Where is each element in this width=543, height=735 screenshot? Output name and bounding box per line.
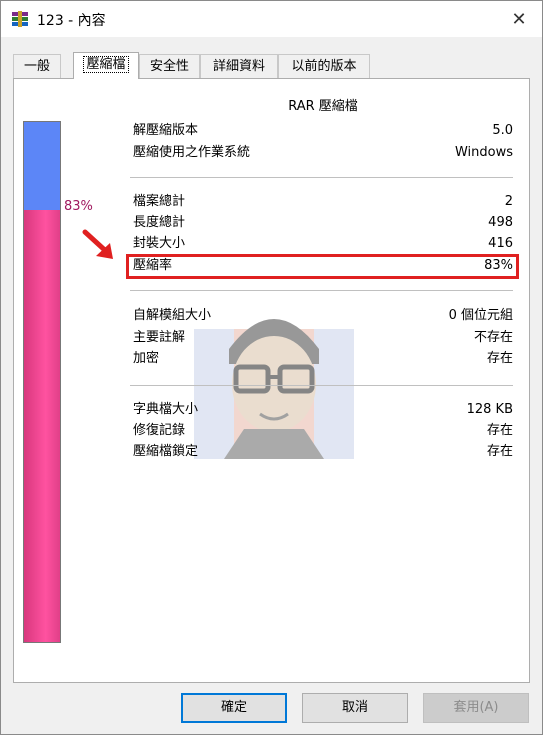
row-value: 498 xyxy=(488,215,513,230)
tab-archive[interactable]: 壓縮檔 xyxy=(73,52,139,79)
title-bar[interactable]: 123 - 內容 ✕ xyxy=(1,1,542,37)
tab-security[interactable]: 安全性 xyxy=(139,54,200,78)
compression-bar-used-portion xyxy=(24,210,60,642)
info-row-total-size: 長度總計 498 xyxy=(133,213,513,233)
compression-ratio-bar-label: 83% xyxy=(64,199,93,214)
info-row-total-files: 檔案總計 2 xyxy=(133,192,513,212)
info-row-locked: 壓縮檔鎖定 存在 xyxy=(133,442,513,462)
row-value: Windows xyxy=(454,145,513,160)
tab-general[interactable]: 一般 xyxy=(13,54,61,78)
row-value: 不存在 xyxy=(473,330,513,345)
row-value: 存在 xyxy=(486,444,513,459)
row-label: 壓縮使用之作業系統 xyxy=(133,145,251,160)
archive-panel: 83% RAR 壓縮檔 解壓縮版本 5.0 壓縮使用之作業系統 Windows … xyxy=(13,78,530,683)
row-label: 壓縮檔鎖定 xyxy=(133,444,199,459)
apply-button[interactable]: 套用(A) xyxy=(423,693,529,723)
properties-window: 123 - 內容 ✕ 一般 壓縮檔 安全性 詳細資料 以前的版本 83% RAR… xyxy=(0,0,543,735)
tab-label: 壓縮檔 xyxy=(83,56,129,73)
tab-previous-versions[interactable]: 以前的版本 xyxy=(278,54,370,78)
row-value: 128 KB xyxy=(466,402,513,417)
row-value: 5.0 xyxy=(492,123,513,138)
row-value: 0 個位元組 xyxy=(448,308,513,323)
row-label: 主要註解 xyxy=(133,330,186,345)
row-label: 修復記錄 xyxy=(133,423,186,438)
info-row-unpack-version: 解壓縮版本 5.0 xyxy=(133,121,513,141)
row-label: 字典檔大小 xyxy=(133,402,199,417)
row-value: 416 xyxy=(488,236,513,251)
info-row-recovery-record: 修復記錄 存在 xyxy=(133,421,513,441)
info-row-packed-size: 封裝大小 416 xyxy=(133,234,513,254)
red-arrow-icon xyxy=(82,229,113,259)
row-label: 加密 xyxy=(133,351,160,366)
row-label: 解壓縮版本 xyxy=(133,123,199,138)
row-value: 存在 xyxy=(486,423,513,438)
compression-bar-free-portion xyxy=(24,122,60,210)
separator xyxy=(130,290,513,291)
row-label: 檔案總計 xyxy=(133,194,186,209)
tab-label: 安全性 xyxy=(149,59,189,74)
row-label: 封裝大小 xyxy=(133,236,186,251)
row-label: 自解模組大小 xyxy=(133,308,212,323)
info-row-dictionary-size: 字典檔大小 128 KB xyxy=(133,400,513,420)
window-title: 123 - 內容 xyxy=(37,13,106,29)
info-row-host-os: 壓縮使用之作業系統 Windows xyxy=(133,143,513,163)
separator xyxy=(130,385,513,386)
close-icon: ✕ xyxy=(511,8,527,30)
separator xyxy=(130,177,513,178)
compression-ratio-bar xyxy=(23,121,61,643)
info-row-main-comment: 主要註解 不存在 xyxy=(133,328,513,348)
archive-type-heading: RAR 壓縮檔 xyxy=(288,99,358,114)
ratio-highlight-box xyxy=(126,254,519,279)
row-value: 2 xyxy=(504,194,513,209)
tab-label: 一般 xyxy=(23,59,50,74)
tab-label: 以前的版本 xyxy=(291,59,357,74)
close-button[interactable]: ✕ xyxy=(496,1,542,37)
row-label: 長度總計 xyxy=(133,215,186,230)
tab-label: 詳細資料 xyxy=(212,59,265,74)
cancel-button[interactable]: 取消 xyxy=(302,693,408,723)
info-row-sfx-module-size: 自解模組大小 0 個位元組 xyxy=(133,306,513,326)
row-value: 存在 xyxy=(486,351,513,366)
winrar-icon xyxy=(12,11,28,27)
tab-details[interactable]: 詳細資料 xyxy=(200,54,278,78)
ok-button[interactable]: 確定 xyxy=(181,693,287,723)
info-row-encryption: 加密 存在 xyxy=(133,349,513,369)
